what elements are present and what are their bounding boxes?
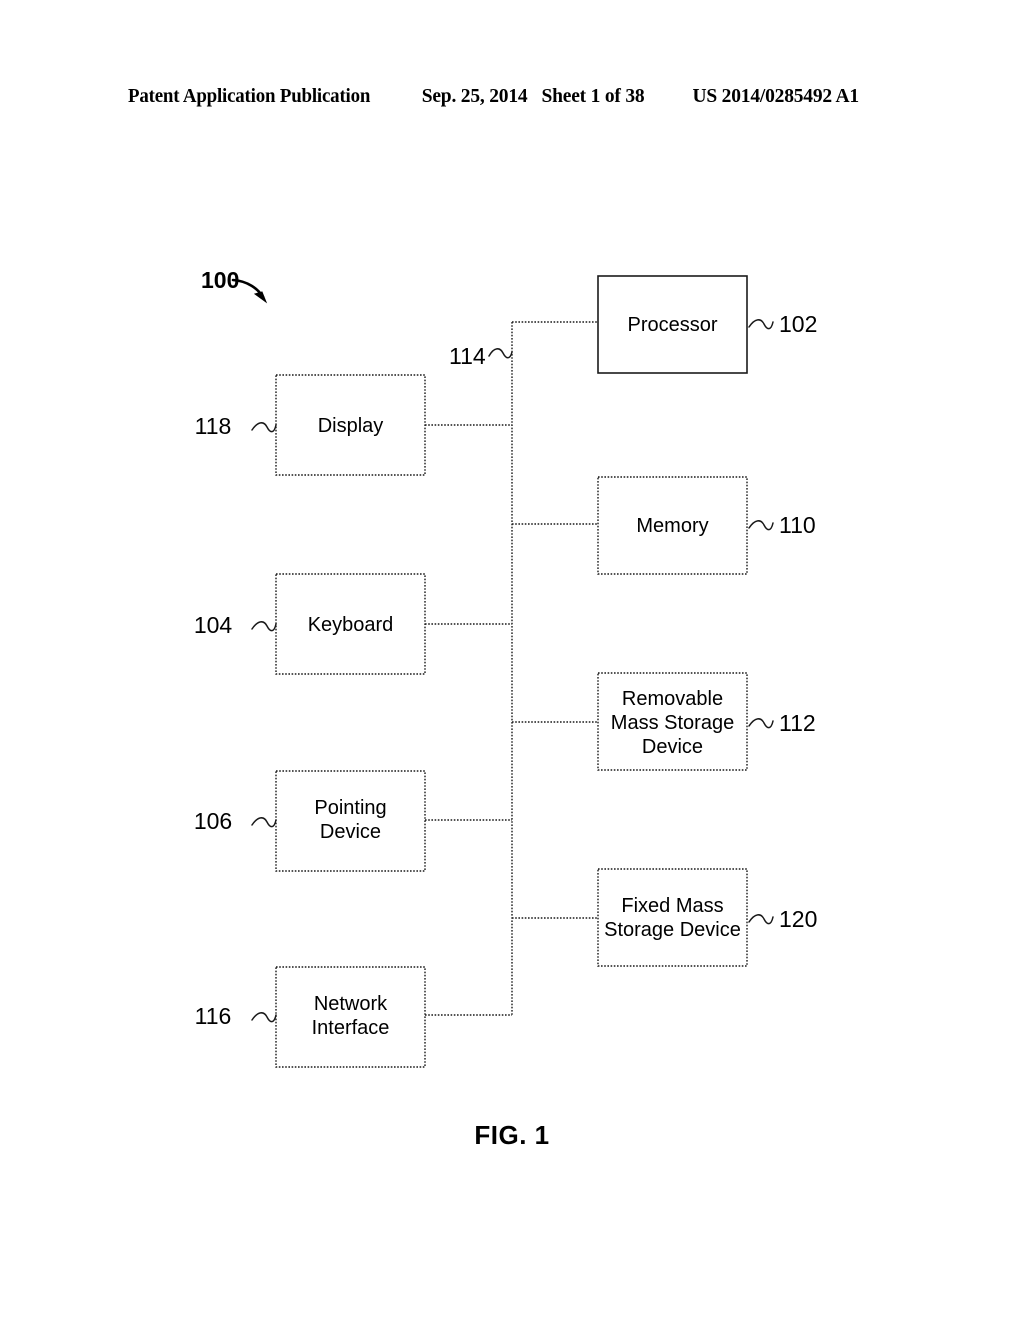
block-memory-label: Memory [636, 515, 708, 537]
figure-1: 100 114 Processor 102 Memory 110 Removab [0, 0, 1024, 1320]
figure-caption: FIG. 1 [474, 1120, 549, 1150]
ref-106-leader [251, 817, 277, 828]
block-processor[interactable]: Processor [597, 275, 748, 374]
block-removable-storage-label-line1: Removable [622, 688, 723, 710]
ref-112-label: 112 [779, 710, 816, 736]
ref-118-label: 118 [195, 413, 232, 439]
block-display-label: Display [318, 415, 384, 437]
ref-104-label: 104 [194, 612, 233, 638]
ref-102-label: 102 [779, 311, 817, 337]
block-processor-label: Processor [627, 314, 717, 336]
block-keyboard[interactable]: Keyboard [275, 573, 426, 675]
ref-116-label: 116 [195, 1003, 232, 1029]
block-memory[interactable]: Memory [597, 476, 748, 575]
system-block-diagram: 100 114 Processor 102 Memory 110 Removab [194, 267, 818, 1150]
block-fixed-storage-label-line2: Storage Device [604, 919, 741, 941]
ref-116-leader [251, 1012, 277, 1023]
ref-104-leader [251, 621, 277, 632]
block-network-interface[interactable]: Network Interface [275, 966, 426, 1068]
ref-118-leader [251, 422, 277, 433]
block-removable-mass-storage-device[interactable]: Removable Mass Storage Device [597, 672, 748, 771]
block-keyboard-label: Keyboard [308, 614, 394, 636]
block-pointing-device-label-line1: Pointing [314, 797, 386, 819]
block-fixed-storage-label-line1: Fixed Mass [621, 895, 723, 917]
block-network-interface-label-line2: Interface [312, 1017, 390, 1039]
block-removable-storage-label-line2: Mass Storage [611, 712, 734, 734]
ref-112-leader [748, 718, 774, 729]
ref-120-leader [748, 914, 774, 925]
ref-102-leader [748, 319, 774, 330]
ref-114-leader [488, 348, 513, 359]
ref-106-label: 106 [194, 808, 232, 834]
block-pointing-device-label-line2: Device [320, 821, 381, 843]
ref-110-label: 110 [779, 512, 816, 538]
block-removable-storage-label-line3: Device [642, 736, 703, 758]
block-network-interface-label-line1: Network [314, 993, 388, 1015]
ref-114-label: 114 [449, 343, 486, 369]
block-fixed-mass-storage-device[interactable]: Fixed Mass Storage Device [597, 868, 748, 967]
block-display[interactable]: Display [275, 374, 426, 476]
ref-110-leader [748, 520, 774, 531]
block-pointing-device[interactable]: Pointing Device [275, 770, 426, 872]
ref-120-label: 120 [779, 906, 817, 932]
